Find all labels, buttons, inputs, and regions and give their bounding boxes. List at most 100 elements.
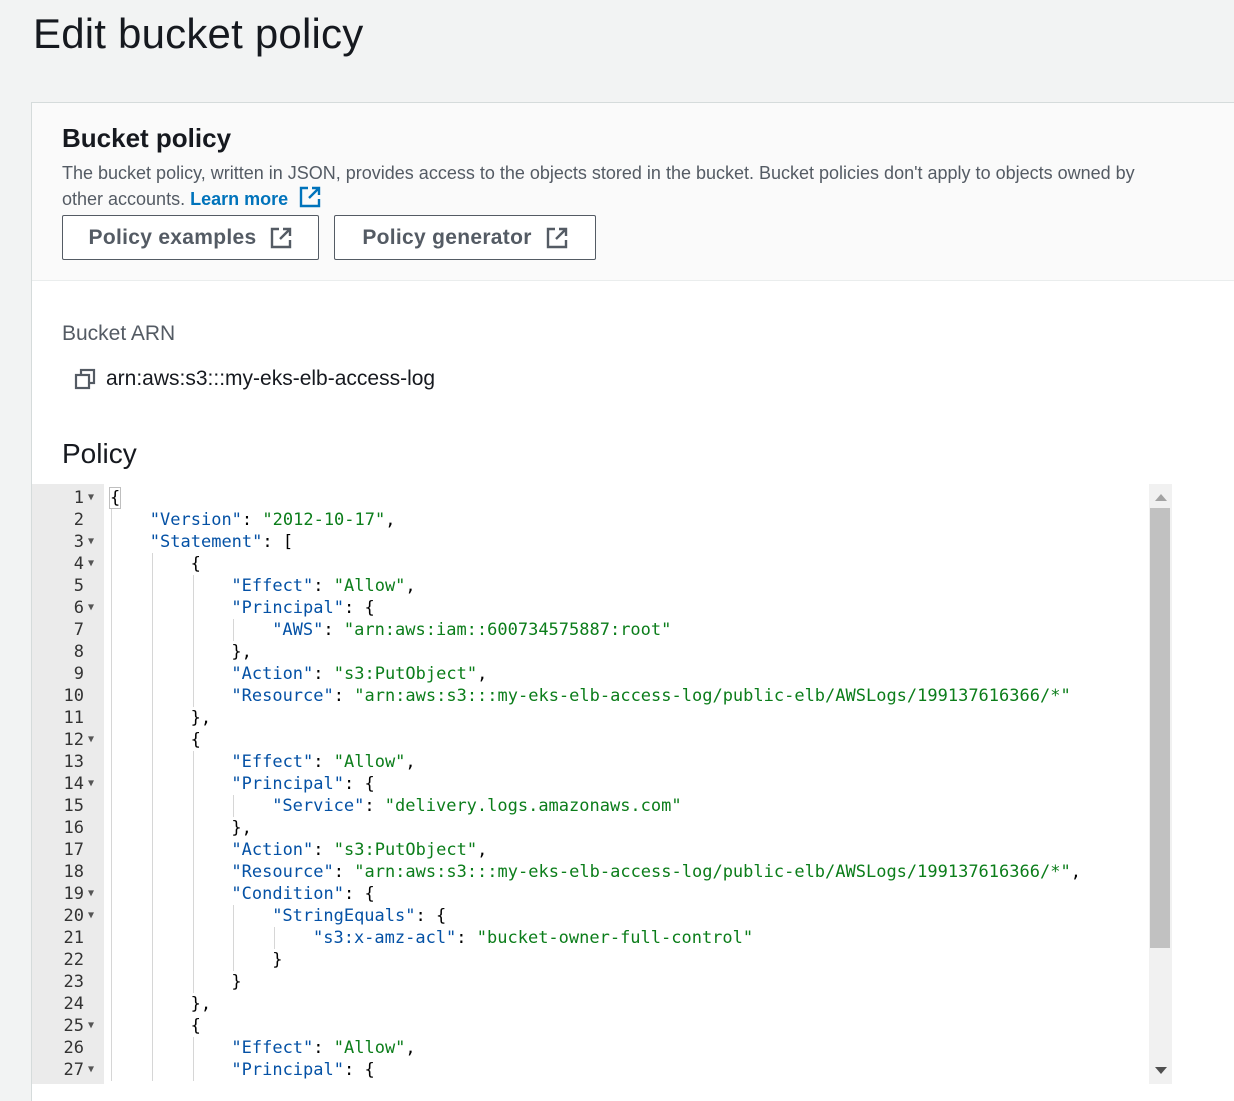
editor-scrollbar[interactable] xyxy=(1149,484,1172,1084)
code-text: { xyxy=(191,553,201,575)
learn-more-link[interactable]: Learn more xyxy=(190,186,321,209)
code-line[interactable]: 13 "Effect": "Allow", xyxy=(32,751,1142,773)
indent-guide xyxy=(151,927,153,949)
code-line[interactable]: 3 ▼ "Statement": [ xyxy=(32,531,1142,553)
code-text: "s3:x-amz-acl": "bucket-owner-full-contr… xyxy=(313,927,753,949)
code-line[interactable]: 24}, xyxy=(32,993,1142,1015)
code-line[interactable]: 18 "Resource": "arn:aws:s3:::my-eks-elb-a… xyxy=(32,861,1142,883)
code-line[interactable]: 6 ▼ "Principal": { xyxy=(32,597,1142,619)
line-number: 11 xyxy=(63,708,84,728)
code-text: "Principal": { xyxy=(231,1059,374,1081)
code-text: { xyxy=(191,1015,201,1037)
scroll-thumb[interactable] xyxy=(1150,508,1170,948)
line-number: 3 xyxy=(73,532,84,552)
json-punctuation: : xyxy=(333,686,355,706)
code-line[interactable]: 10 "Resource": "arn:aws:s3:::my-eks-elb-a… xyxy=(32,685,1142,707)
code-text: } xyxy=(231,971,241,993)
code-line[interactable]: 4 ▼ { xyxy=(32,553,1142,575)
policy-editor[interactable]: 1 ▼{2 "Version": "2012-10-17", 3 ▼ "Statement… xyxy=(32,484,1172,1084)
json-punctuation: , xyxy=(385,510,396,530)
fold-arrow-icon[interactable]: ▼ xyxy=(88,729,94,751)
indent-guide xyxy=(111,575,112,597)
code-line[interactable]: 5 "Effect": "Allow", xyxy=(32,575,1142,597)
fold-arrow-icon[interactable]: ▼ xyxy=(88,883,94,905)
code-line[interactable]: 8}, xyxy=(32,641,1142,663)
json-punctuation: }, xyxy=(190,994,212,1014)
json-key: "StringEquals" xyxy=(272,906,416,926)
code-line[interactable]: 25 ▼ { xyxy=(32,1015,1142,1037)
code-line[interactable]: 20 ▼ "StringEquals": { xyxy=(32,905,1142,927)
fold-arrow-icon[interactable]: ▼ xyxy=(88,531,94,553)
indent-guide xyxy=(151,685,153,707)
code-line[interactable]: 1 ▼ { xyxy=(32,487,1142,509)
section-title: Bucket policy xyxy=(62,123,232,153)
fold-arrow-icon[interactable]: ▼ xyxy=(88,487,94,509)
external-link-icon xyxy=(271,227,292,248)
page-title: Edit bucket policy xyxy=(33,10,364,57)
json-punctuation: : xyxy=(323,620,344,640)
policy-generator-button[interactable]: Policy generator xyxy=(334,215,596,260)
json-key: "AWS" xyxy=(272,620,324,640)
external-link-icon xyxy=(299,186,321,208)
fold-arrow-icon[interactable]: ▼ xyxy=(88,905,94,927)
code-text: { xyxy=(191,729,201,751)
policy-generator-label: Policy generator xyxy=(362,225,532,249)
fold-arrow-icon[interactable]: ▼ xyxy=(88,597,94,619)
json-key: "Version" xyxy=(149,510,242,530)
code-line[interactable]: 17 "Action": "s3:PutObject", xyxy=(32,839,1142,861)
indent-guide xyxy=(111,729,112,751)
fold-arrow-icon[interactable]: ▼ xyxy=(88,1015,94,1037)
code-text: "Condition": { xyxy=(231,883,374,905)
policy-examples-button[interactable]: Policy examples xyxy=(62,215,319,260)
code-text: "Principal": { xyxy=(231,773,374,795)
code-text: }, xyxy=(191,993,211,1015)
code-line[interactable]: 21 "s3:x-amz-acl": "bucket-owner-full-con… xyxy=(32,927,1142,949)
code-line[interactable]: 7 "AWS": "arn:aws:iam::600734575887:root" xyxy=(32,619,1142,641)
scroll-down-button[interactable] xyxy=(1149,1062,1172,1080)
indent-guide xyxy=(192,619,194,641)
indent-guide xyxy=(151,795,153,817)
bucket-policy-container: Bucket policy The bucket policy, written… xyxy=(31,102,1234,1101)
code-line[interactable]: 27 ▼ "Principal": { xyxy=(32,1059,1142,1081)
indent-guide xyxy=(192,795,194,817)
code-line[interactable]: 9 "Action": "s3:PutObject", xyxy=(32,663,1142,685)
copy-icon[interactable] xyxy=(74,368,96,390)
code-text: }, xyxy=(231,641,251,663)
line-number: 17 xyxy=(63,840,84,860)
line-number: 22 xyxy=(63,950,84,970)
code-line[interactable]: 11}, xyxy=(32,707,1142,729)
json-string: "delivery.logs.amazonaws.com" xyxy=(384,796,682,816)
json-punctuation: { xyxy=(190,1016,201,1036)
code-text: }, xyxy=(191,707,211,729)
fold-arrow-icon[interactable]: ▼ xyxy=(88,773,94,795)
json-punctuation: { xyxy=(190,554,201,574)
line-number: 6 xyxy=(73,598,84,618)
code-text: "Statement": [ xyxy=(150,531,293,553)
code-line[interactable]: 22} xyxy=(32,949,1142,971)
code-text: "Action": "s3:PutObject", xyxy=(231,839,487,861)
fold-arrow-icon[interactable]: ▼ xyxy=(88,553,94,575)
code-line[interactable]: 12 ▼ { xyxy=(32,729,1142,751)
code-line[interactable]: 19 ▼ "Condition": { xyxy=(32,883,1142,905)
json-key: "Service" xyxy=(272,796,365,816)
indent-guide xyxy=(151,707,153,729)
indent-guide xyxy=(192,575,194,597)
learn-more-label: Learn more xyxy=(190,189,289,209)
code-line[interactable]: 16}, xyxy=(32,817,1142,839)
code-line[interactable]: 23} xyxy=(32,971,1142,993)
json-punctuation: : { xyxy=(343,1060,375,1080)
indent-guide xyxy=(192,861,194,883)
fold-arrow-icon[interactable]: ▼ xyxy=(88,1059,94,1081)
code-line[interactable]: 14 ▼ "Principal": { xyxy=(32,773,1142,795)
indent-guide xyxy=(233,927,235,949)
json-key: "s3:x-amz-acl" xyxy=(313,928,457,948)
scroll-up-button[interactable] xyxy=(1149,488,1172,506)
code-line[interactable]: 15 "Service": "delivery.logs.amazonaws.co… xyxy=(32,795,1142,817)
json-key: "Effect" xyxy=(231,1038,314,1058)
code-line[interactable]: 2 "Version": "2012-10-17", xyxy=(32,509,1142,531)
json-key: "Action" xyxy=(231,664,314,684)
code-line[interactable]: 26 "Effect": "Allow", xyxy=(32,1037,1142,1059)
json-key: "Resource" xyxy=(231,686,334,706)
json-punctuation: : xyxy=(313,840,334,860)
json-punctuation: : xyxy=(456,928,477,948)
